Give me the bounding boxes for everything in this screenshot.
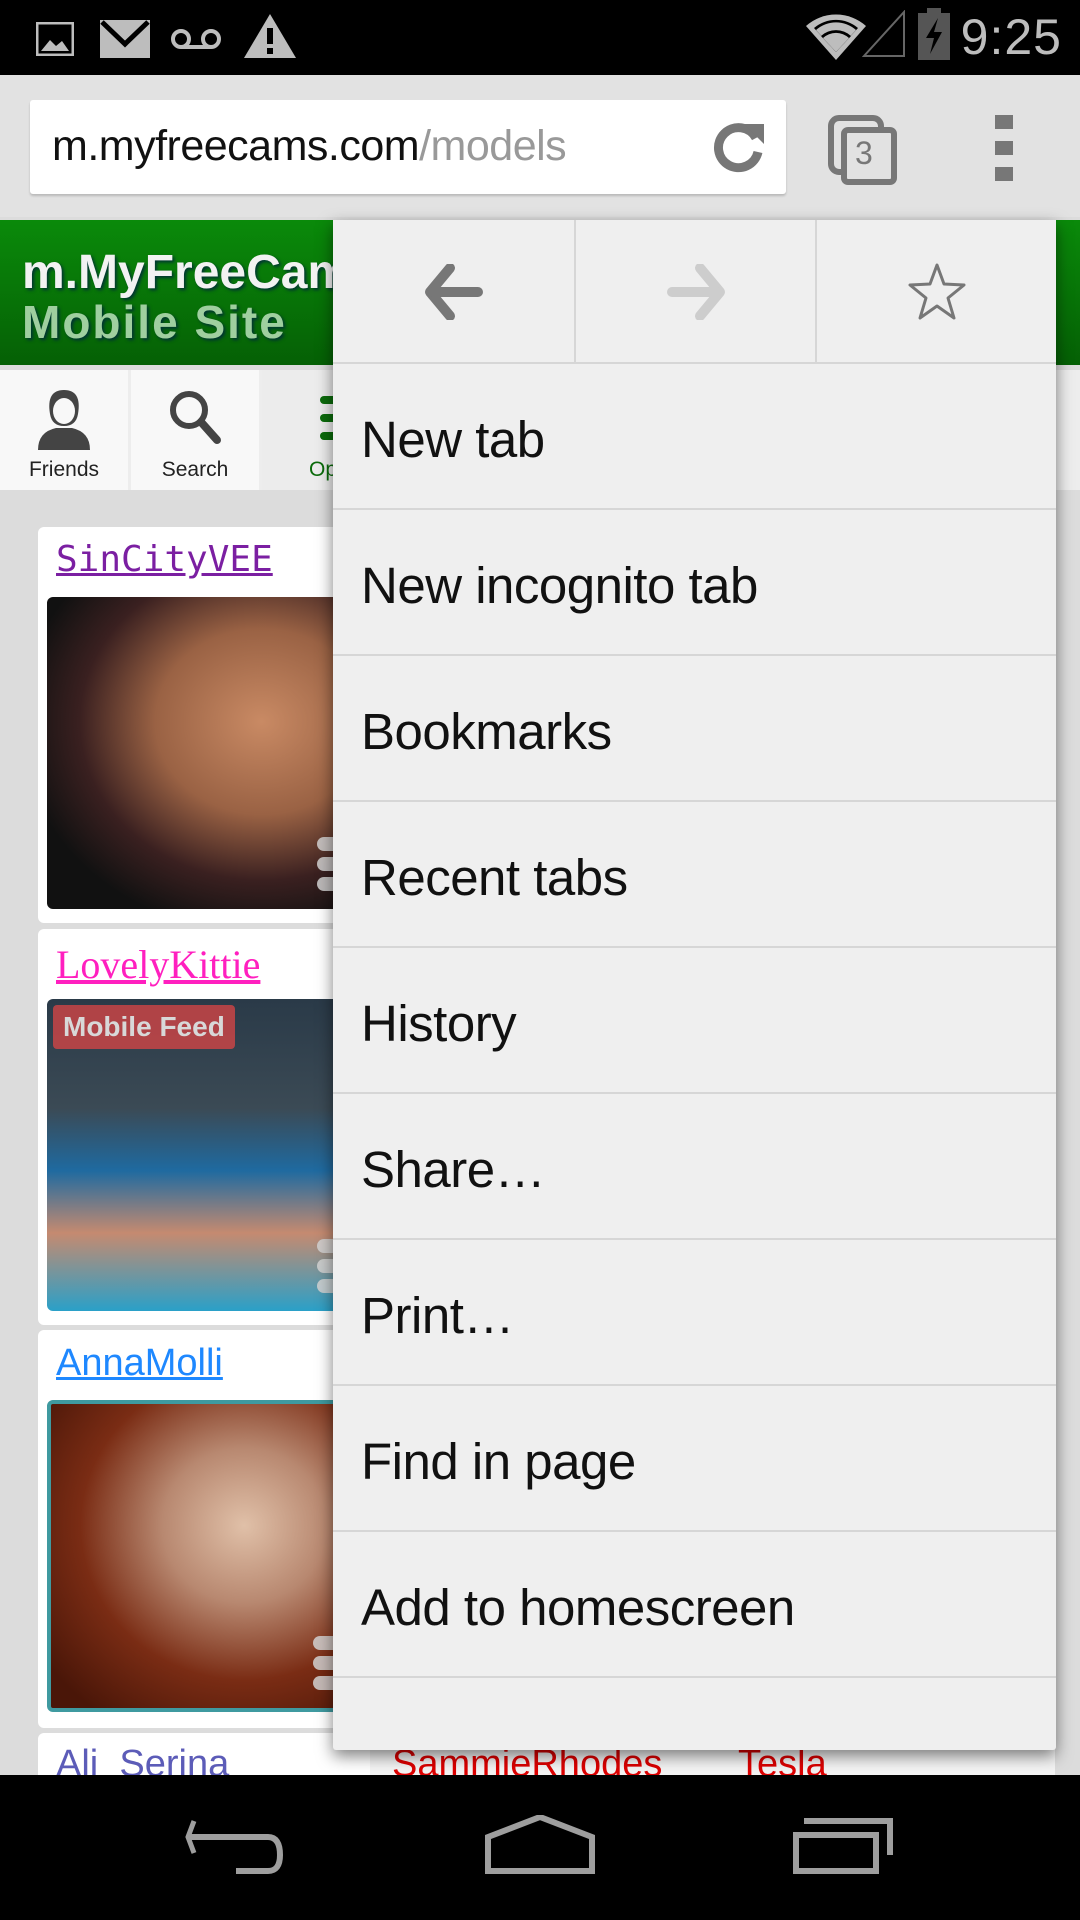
browser-toolbar: m.myfreecams.com/models 3 <box>0 75 1080 217</box>
model-thumbnail[interactable]: Mobile Feed <box>47 999 377 1311</box>
model-card[interactable]: LovelyKittie Mobile Feed <box>38 929 383 1325</box>
system-home-button[interactable] <box>480 1813 600 1885</box>
model-name[interactable]: LovelyKittie <box>56 941 260 988</box>
menu-item-print[interactable]: Print… <box>333 1240 1056 1386</box>
menu-item-add-to-homescreen[interactable]: Add to homescreen <box>333 1532 1056 1678</box>
site-subtitle: Mobile Site <box>22 296 287 348</box>
menu-item-share[interactable]: Share… <box>333 1094 1056 1240</box>
menu-item-new-tab[interactable]: New tab <box>333 364 1056 510</box>
menu-item-label: Bookmarks <box>361 703 612 760</box>
url-path: /models <box>419 122 567 170</box>
menu-item-label: New tab <box>361 411 545 468</box>
model-name[interactable]: AnnaMolli <box>56 1342 223 1385</box>
model-thumbnail[interactable] <box>47 1400 377 1712</box>
nav-search-label: Search <box>161 458 229 481</box>
model-card[interactable]: Ali_Serina <box>38 1733 383 1775</box>
cell-signal-icon <box>862 10 905 57</box>
warning-icon <box>244 14 296 58</box>
menu-item-label: History <box>361 995 517 1052</box>
model-card[interactable]: SinCityVEE <box>38 527 383 923</box>
url-bar[interactable]: m.myfreecams.com/models <box>30 100 786 194</box>
menu-item-label: Add to homescreen <box>361 1579 795 1636</box>
system-recents-button[interactable] <box>790 1815 910 1885</box>
clock: 9:25 <box>960 9 1062 65</box>
search-icon <box>170 391 221 444</box>
overflow-menu-button[interactable] <box>990 113 1020 183</box>
menu-item-label: New incognito tab <box>361 557 758 614</box>
menu-item-bookmarks[interactable]: Bookmarks <box>333 656 1056 802</box>
url-host: m.myfreecams.com <box>52 122 420 170</box>
gmail-icon <box>100 20 150 58</box>
menu-item-label: Share… <box>361 1141 546 1198</box>
star-outline-icon <box>908 263 965 320</box>
menu-item-label: Find in page <box>361 1433 636 1490</box>
menu-item-find-in-page[interactable]: Find in page <box>333 1386 1056 1532</box>
person-icon <box>38 390 90 450</box>
nav-friends[interactable]: Friends <box>0 370 128 490</box>
reload-icon[interactable] <box>710 116 770 176</box>
battery-charging-icon <box>918 8 950 60</box>
url-text[interactable]: m.myfreecams.com/models <box>52 122 567 171</box>
tab-count: 3 <box>855 135 873 171</box>
system-back-button[interactable] <box>180 1815 300 1885</box>
image-icon <box>36 22 74 56</box>
arrow-right-icon <box>666 264 725 320</box>
menu-nav-row <box>333 220 1056 364</box>
menu-back-button[interactable] <box>333 220 574 364</box>
status-bar: 9:25 <box>0 0 1080 75</box>
menu-item-history[interactable]: History <box>333 948 1056 1094</box>
home-icon <box>485 1813 595 1874</box>
wifi-icon <box>806 14 866 60</box>
menu-bookmark-button[interactable] <box>815 220 1056 364</box>
recents-icon <box>793 1818 893 1874</box>
nav-search[interactable]: Search <box>131 370 259 490</box>
tab-switcher-button[interactable]: 3 <box>828 115 898 185</box>
menu-forward-button[interactable] <box>574 220 815 364</box>
voicemail-icon <box>171 29 221 49</box>
menu-item-label: Print… <box>361 1287 514 1344</box>
system-nav-bar <box>0 1775 1080 1920</box>
more-vert-icon <box>995 115 1013 181</box>
nav-friends-label: Friends <box>28 458 100 481</box>
model-card[interactable]: AnnaMolli <box>38 1330 383 1728</box>
model-thumbnail[interactable] <box>47 597 377 909</box>
model-name[interactable]: Ali_Serina <box>56 1743 229 1775</box>
browser-overflow-menu: New tab New incognito tab Bookmarks Rece… <box>333 220 1056 1750</box>
menu-item-label: Recent tabs <box>361 849 628 906</box>
menu-item-recent-tabs[interactable]: Recent tabs <box>333 802 1056 948</box>
back-icon <box>185 1820 284 1874</box>
model-name[interactable]: SinCityVEE <box>56 539 273 580</box>
menu-item-new-incognito-tab[interactable]: New incognito tab <box>333 510 1056 656</box>
arrow-left-icon <box>424 264 483 320</box>
menu-item-request-desktop-site[interactable]: Request desktop site <box>333 1678 1056 1750</box>
mobile-feed-badge: Mobile Feed <box>53 1005 235 1049</box>
